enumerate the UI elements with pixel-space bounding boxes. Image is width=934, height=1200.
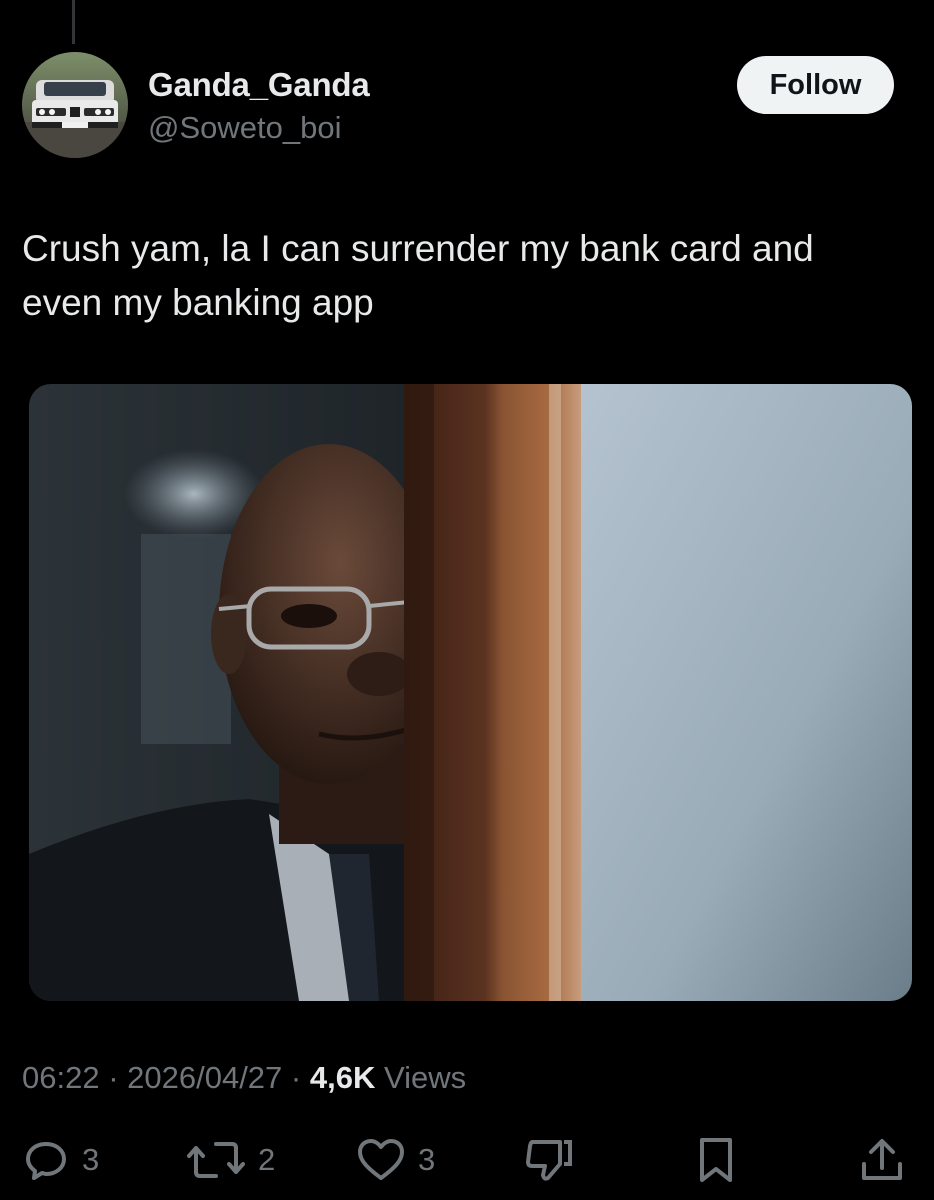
- tweet-text: Crush yam, la I can surrender my bank ca…: [22, 228, 814, 323]
- follow-button[interactable]: Follow: [737, 56, 894, 114]
- user-handle[interactable]: @Soweto_boi: [148, 110, 341, 146]
- reply-count: 3: [82, 1142, 100, 1177]
- like-count: 3: [418, 1142, 436, 1177]
- thread-connector-line: [72, 0, 75, 44]
- avatar[interactable]: [22, 52, 128, 158]
- dislike-button[interactable]: [524, 1132, 574, 1188]
- share-button[interactable]: [858, 1132, 906, 1188]
- meta-separator: ·: [99, 1060, 128, 1095]
- tweet-action-bar: 3 2 3: [0, 1132, 934, 1188]
- display-name[interactable]: Ganda_Ganda: [148, 66, 370, 104]
- tweet-date[interactable]: 2026/04/27: [127, 1060, 282, 1095]
- car-avatar-icon: [22, 52, 128, 158]
- repost-button[interactable]: 2: [186, 1132, 275, 1188]
- reply-button[interactable]: 3: [22, 1132, 99, 1188]
- repost-icon: [187, 1142, 245, 1178]
- photo-man-peeking-behind-door-icon: [29, 384, 912, 1001]
- share-icon: [862, 1139, 902, 1180]
- views-label: Views: [375, 1060, 467, 1095]
- tweet-metadata: 06:22 · 2026/04/27 · 4,6K Views: [22, 1060, 466, 1096]
- views-count: 4,6K: [309, 1060, 376, 1095]
- meta-separator: ·: [282, 1060, 310, 1095]
- dislike-icon: [526, 1140, 572, 1181]
- like-button[interactable]: 3: [356, 1132, 435, 1188]
- tweet-media-photo[interactable]: [29, 384, 912, 1001]
- bookmark-button[interactable]: [694, 1132, 738, 1188]
- repost-count: 2: [258, 1142, 276, 1177]
- reply-icon: [26, 1142, 66, 1180]
- tweet-time[interactable]: 06:22: [22, 1060, 100, 1095]
- bookmark-icon: [700, 1138, 732, 1182]
- heart-icon: [358, 1139, 404, 1180]
